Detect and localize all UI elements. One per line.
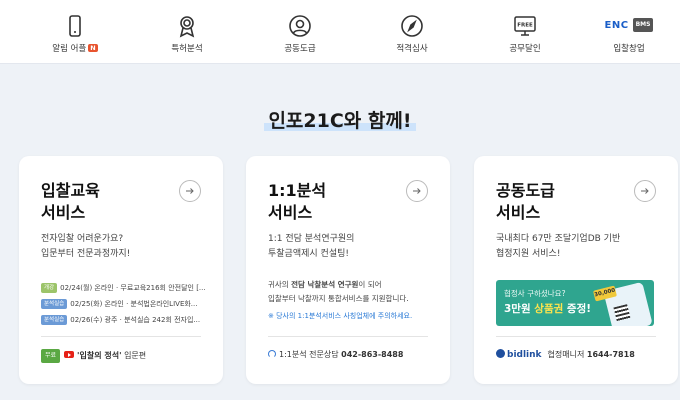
arrow-right-button[interactable] (179, 180, 201, 202)
top-nav: 알림 어플 N 특허분석 공동도급 적격심사 FREE 공무달인 ENC BMS … (0, 0, 680, 64)
youtube-icon (64, 351, 75, 358)
enc-bms-logo: ENC BMS (579, 18, 679, 32)
nav-item-alarm-app[interactable]: 알림 어플 N (25, 14, 125, 58)
bidlink-logo-icon (496, 349, 505, 358)
tag-badge: 분석실습 (41, 315, 68, 325)
tag-badge: 개강 (41, 283, 58, 293)
card-description: 국내최다 67만 조달기업DB 기반 협정지원 서비스! (496, 234, 621, 259)
compass-icon (401, 15, 423, 37)
nav-label: 특허분석 (171, 44, 203, 54)
section-title: 인포21C와 함께! (0, 106, 680, 133)
user-icon (289, 15, 311, 37)
tag-badge: 분석실습 (41, 299, 68, 309)
card-title: 1:1분석 서비스 (268, 181, 327, 222)
schedule-item[interactable]: 분석실습 02/25(화) 온라인 · 분석법온라인LIVE화... (41, 296, 221, 312)
nav-item-public-master[interactable]: FREE 공무달인 (475, 14, 575, 58)
nav-label: 공무달인 (509, 44, 541, 54)
divider (41, 336, 201, 337)
bidlink-logo: bidlink (507, 350, 542, 360)
card-description: 1:1 전담 분석연구원의 투찰금액제시 컨설팅! (268, 234, 355, 259)
nav-label: 입찰창업 (613, 44, 645, 54)
nav-label: 알림 어플 (52, 44, 87, 54)
free-course-link[interactable]: 무료 '입찰의 정석' 입문편 (41, 349, 146, 363)
smartphone-icon (69, 15, 81, 37)
schedule-list: 개강 02/24(월) 온라인 · 무료교육216회 안전달인 [... 분석실습… (41, 280, 221, 328)
promo-banner[interactable]: 협정사 구하셨나요? 3만원 상품권 증정! 30,000 (496, 280, 654, 326)
free-badge: 무료 (41, 349, 61, 363)
arrow-right-icon (413, 188, 421, 194)
schedule-item[interactable]: 개강 02/24(월) 온라인 · 무료교육216회 안전달인 [... (41, 280, 221, 296)
nav-item-qualification[interactable]: 적격심사 (362, 14, 462, 58)
award-icon (179, 16, 195, 38)
divider (268, 336, 428, 337)
arrow-right-button[interactable] (634, 180, 656, 202)
card-analysis[interactable]: 1:1분석 서비스 1:1 전담 분석연구원의 투찰금액제시 컨설팅! 귀사의 … (246, 156, 450, 384)
arrow-right-icon (186, 188, 194, 194)
svg-text:FREE: FREE (517, 23, 533, 29)
card-title: 입찰교육 서비스 (41, 181, 100, 222)
nav-item-bid-startup[interactable]: ENC BMS 입찰창업 (579, 14, 679, 58)
nav-label: 적격심사 (396, 44, 428, 54)
warning-notice: ※ 당사의 1:1분석서비스 사칭업체에 주의하세요. (268, 312, 413, 320)
new-badge: N (88, 44, 98, 52)
manager-phone[interactable]: bidlink 협정매니저 1644-7818 (496, 349, 635, 361)
divider (496, 336, 656, 337)
consult-phone[interactable]: 1:1분석 전문상담 042-863-8488 (268, 349, 403, 361)
headset-icon (268, 350, 276, 358)
arrow-right-button[interactable] (406, 180, 428, 202)
nav-item-patent[interactable]: 특허분석 (137, 14, 237, 58)
nav-item-joint-contract[interactable]: 공동도급 (250, 14, 350, 58)
card-title: 공동도급 서비스 (496, 181, 555, 222)
nav-label: 공동도급 (284, 44, 316, 54)
arrow-right-icon (641, 188, 649, 194)
card-bid-education[interactable]: 입찰교육 서비스 전자입찰 어려운가요? 입문부터 전문과정까지! 개강 02/2… (19, 156, 223, 384)
schedule-item[interactable]: 분석실습 02/26(수) 광주 · 분석실습 242회 전자입... (41, 312, 221, 328)
card-description: 전자입찰 어려운가요? 입문부터 전문과정까지! (41, 234, 131, 259)
service-paragraph: 귀사의 전담 낙찰분석 연구원이 되어 입찰부터 낙찰까지 통합서비스를 지원합… (268, 280, 409, 303)
card-joint-contract[interactable]: 공동도급 서비스 국내최다 67만 조달기업DB 기반 협정지원 서비스! 협정… (474, 156, 678, 384)
monitor-free-icon: FREE (514, 16, 536, 36)
